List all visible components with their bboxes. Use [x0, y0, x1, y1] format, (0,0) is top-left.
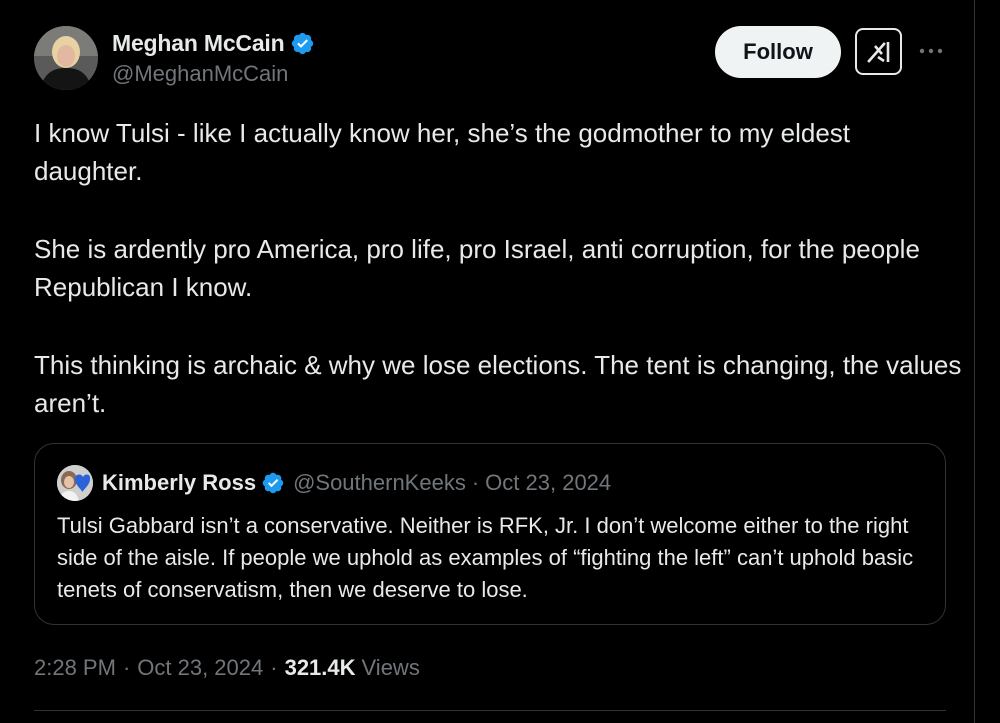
tweet-text: I know Tulsi - like I actually know her,…	[34, 114, 964, 422]
avatar-image	[34, 26, 98, 90]
divider	[34, 710, 946, 711]
more-button[interactable]	[916, 36, 946, 66]
separator-dot: ·	[122, 655, 131, 680]
author-name[interactable]: Meghan McCain	[112, 30, 285, 57]
quoted-tweet-date[interactable]: Oct 23, 2024	[485, 470, 611, 496]
verified-badge-icon	[261, 471, 285, 495]
author-name-row[interactable]: Meghan McCain	[112, 28, 315, 58]
tweet-date[interactable]: Oct 23, 2024	[137, 655, 263, 681]
quoted-author-handle[interactable]: @SouthernKeeks	[293, 470, 466, 496]
avatar[interactable]	[34, 26, 98, 90]
quoted-avatar-image	[57, 465, 93, 501]
tweet-paragraph: This thinking is archaic & why we lose e…	[34, 350, 962, 418]
follow-button[interactable]: Follow	[715, 26, 841, 78]
author-handle[interactable]: @MeghanMcCain	[112, 61, 288, 87]
more-icon	[919, 48, 943, 54]
tweet-time[interactable]: 2:28 PM	[34, 655, 116, 681]
quoted-tweet[interactable]: Kimberly Ross @SouthernKeeks · Oct 23, 2…	[34, 443, 946, 625]
tweet-paragraph: She is ardently pro America, pro life, p…	[34, 234, 920, 302]
grok-icon	[866, 41, 889, 63]
quoted-tweet-text: Tulsi Gabbard isn’t a conservative. Neit…	[57, 513, 914, 602]
separator-dot: ·	[471, 470, 480, 495]
tweet-meta: 2:28 PM · Oct 23, 2024 · 321.4K Views	[34, 652, 420, 684]
tweet-paragraph: I know Tulsi - like I actually know her,…	[34, 118, 851, 186]
views-label[interactable]: Views	[362, 655, 420, 681]
views-count[interactable]: 321.4K	[285, 655, 356, 681]
grok-button[interactable]	[855, 28, 902, 75]
verified-badge-icon	[290, 31, 315, 56]
separator-dot: ·	[270, 655, 278, 680]
quoted-tweet-header: Kimberly Ross @SouthernKeeks · Oct 23, 2…	[57, 465, 611, 501]
quoted-author-name[interactable]: Kimberly Ross	[102, 470, 256, 496]
column-border	[974, 0, 975, 723]
quoted-avatar[interactable]	[57, 465, 93, 501]
